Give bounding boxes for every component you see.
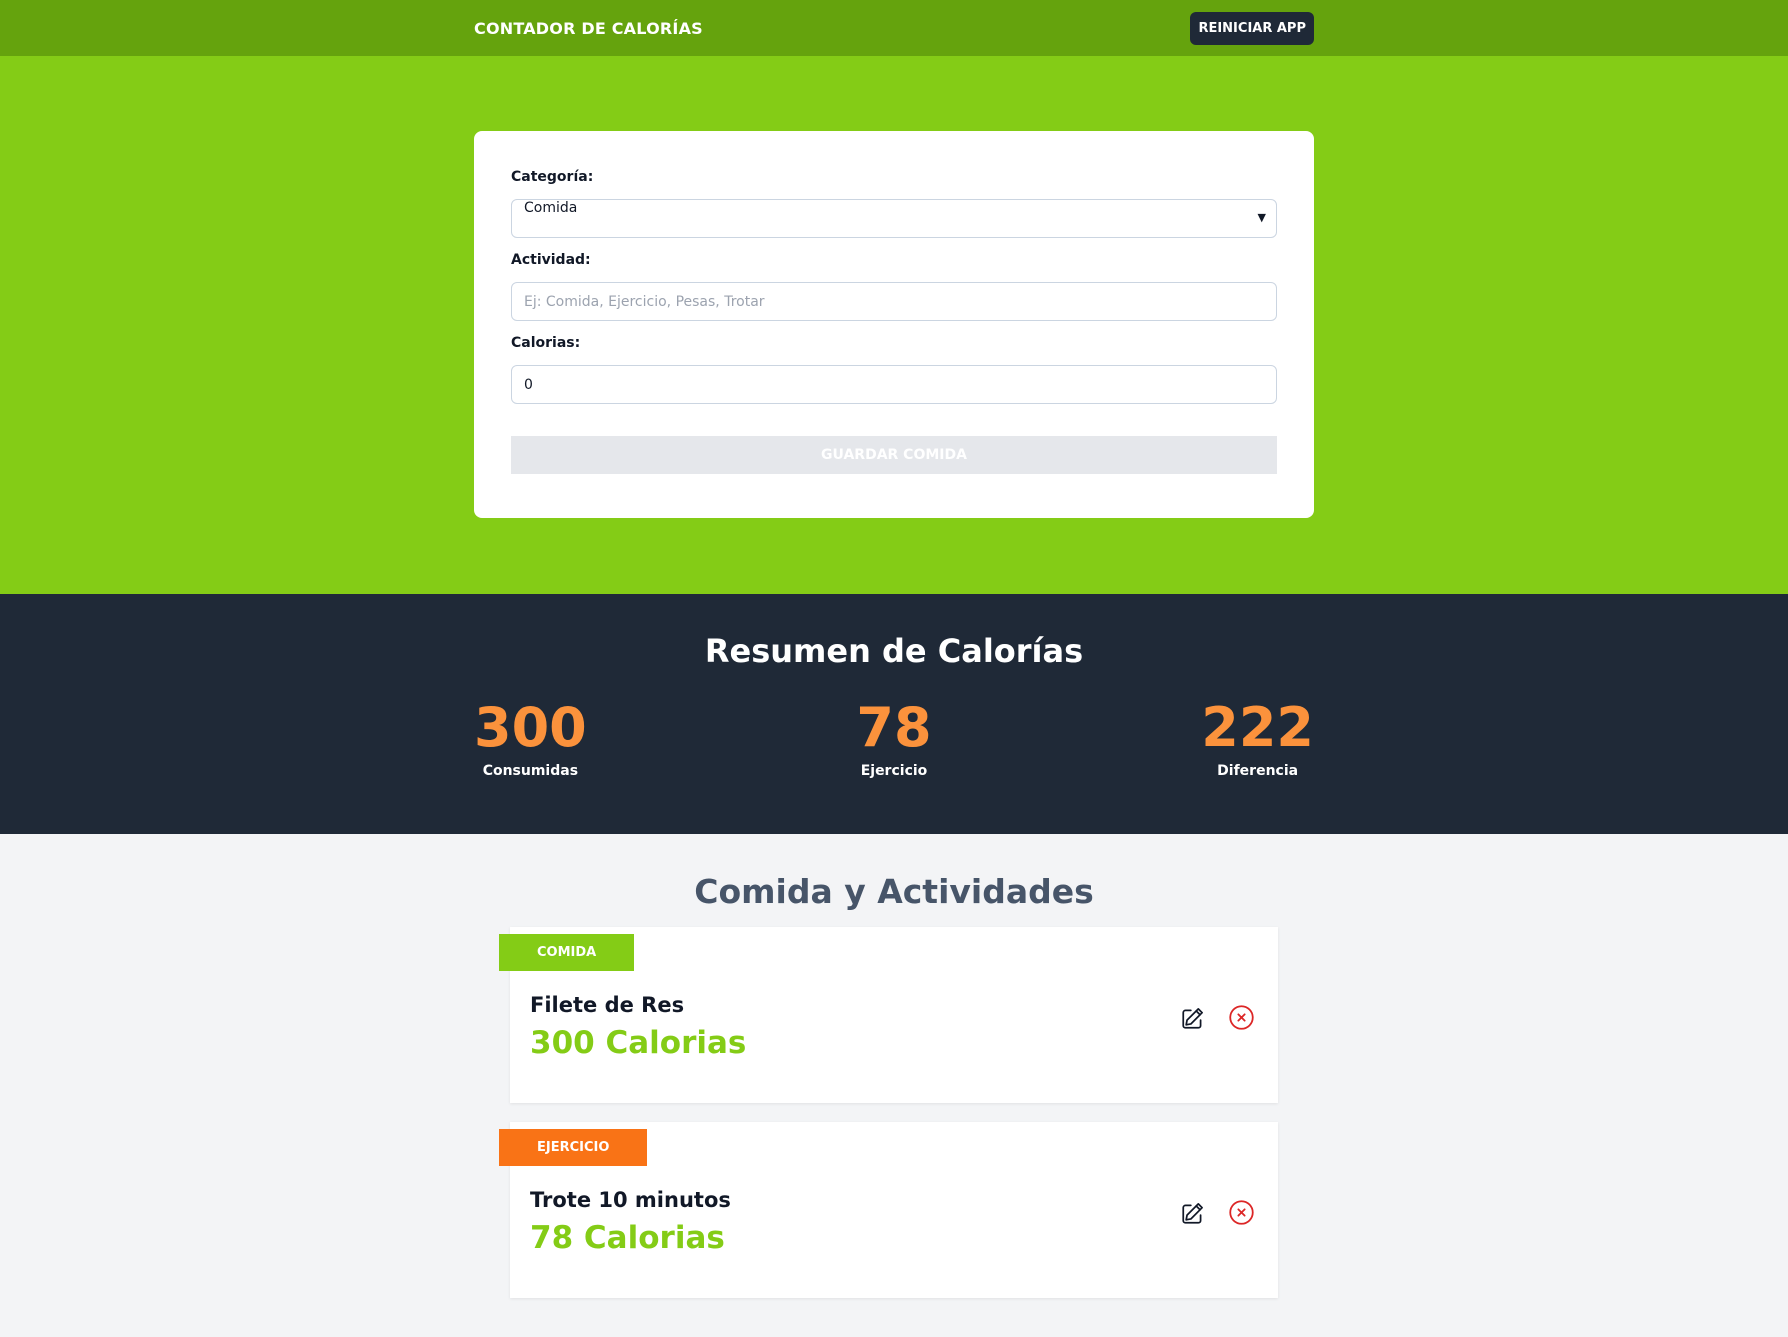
stat-consumed-value: 300 [474,696,587,759]
category-selected-value: Comida [524,200,578,216]
list-item: COMIDA Filete de Res 300 Calorias [499,927,1278,1103]
x-circle-icon [1229,1200,1254,1225]
delete-button[interactable] [1227,1003,1256,1032]
activity-input[interactable] [511,282,1277,321]
summary-title: Resumen de Calorías [704,632,1084,670]
stat-difference: 222 Diferencia [1201,696,1314,779]
activities-section: Comida y Actividades COMIDA Filete de Re… [0,834,1788,1298]
reset-app-button[interactable]: REINICIAR APP [1190,11,1314,45]
item-name: Trote 10 minutos [530,1188,731,1212]
activity-label: Actividad: [511,252,591,268]
category-select[interactable]: Comida ▼ [511,199,1277,238]
stat-consumed-label: Consumidas [482,762,579,779]
item-actions [1178,1003,1256,1032]
calories-input[interactable] [511,365,1277,404]
app-title: CONTADOR DE CALORÍAS [474,18,703,38]
pencil-square-icon [1181,1007,1203,1029]
category-badge: EJERCICIO [499,1129,648,1166]
pencil-square-icon [1181,1202,1203,1224]
list-item: EJERCICIO Trote 10 minutos 78 Calorias [499,1122,1278,1298]
stat-exercise: 78 Ejercicio [856,696,932,779]
stat-consumed: 300 Consumidas [474,696,587,779]
stat-exercise-label: Ejercicio [860,762,928,779]
delete-button[interactable] [1227,1198,1256,1227]
summary-stats: 300 Consumidas 78 Ejercicio 222 Diferenc… [474,696,1314,779]
category-badge: COMIDA [499,934,635,971]
calories-label: Calorias: [511,335,581,351]
item-body: Trote 10 minutos 78 Calorias [530,1188,731,1256]
item-name: Filete de Res [530,993,685,1017]
category-label: Categoría: [511,169,594,185]
calories-field: Calorias: [511,335,1277,404]
save-activity-button[interactable]: GUARDAR COMIDA [511,436,1277,474]
chevron-down-icon: ▼ [1257,211,1266,224]
stat-exercise-value: 78 [856,696,932,759]
stat-difference-value: 222 [1201,696,1314,759]
category-field: Categoría: Comida ▼ [511,169,1277,238]
activity-field: Actividad: [511,252,1277,321]
app-header: CONTADOR DE CALORÍAS REINICIAR APP [0,0,1788,56]
activities-title: Comida y Actividades [694,872,1094,911]
form-section: Categoría: Comida ▼ Actividad: Calorias:… [0,56,1788,594]
item-body: Filete de Res 300 Calorias [530,993,746,1061]
calories-summary: Resumen de Calorías 300 Consumidas 78 Ej… [0,594,1788,834]
item-calories: 78 Calorias [530,1220,725,1256]
item-calories: 300 Calorias [530,1025,747,1061]
x-circle-icon [1229,1005,1254,1030]
stat-difference-label: Diferencia [1217,762,1299,779]
activity-form: Categoría: Comida ▼ Actividad: Calorias:… [474,131,1314,518]
edit-button[interactable] [1178,1198,1207,1227]
edit-button[interactable] [1178,1003,1207,1032]
item-actions [1178,1198,1256,1227]
header-inner: CONTADOR DE CALORÍAS REINICIAR APP [474,0,1314,56]
activities-list: COMIDA Filete de Res 300 Calorias EJERCI… [499,927,1278,1298]
